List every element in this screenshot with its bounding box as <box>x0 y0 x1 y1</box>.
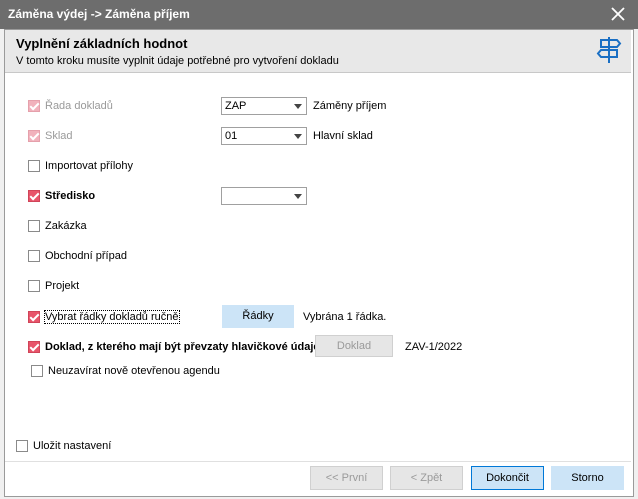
first-button[interactable]: << První <box>310 466 383 490</box>
back-button[interactable]: < Zpět <box>390 466 463 490</box>
neuzavirat-row[interactable]: Neuzavírat nově otevřenou agendu <box>31 363 220 379</box>
rada-description: Záměny příjem <box>313 100 387 112</box>
vybrat-radky-checkbox[interactable] <box>28 311 40 323</box>
sklad-label: Sklad <box>45 130 73 142</box>
cancel-button[interactable]: Storno <box>551 466 624 490</box>
ulozit-row[interactable]: Uložit nastavení <box>16 438 111 454</box>
sklad-value: 01 <box>225 130 238 142</box>
projekt-checkbox[interactable] <box>28 280 40 292</box>
window-title: Záměna výdej -> Záměna příjem <box>8 7 190 21</box>
projekt-row[interactable]: Projekt <box>28 278 79 294</box>
title-bar: Záměna výdej -> Záměna příjem <box>0 0 638 29</box>
finish-button[interactable]: Dokončit <box>471 466 544 490</box>
radky-button[interactable]: Řádky <box>222 305 294 328</box>
zakazka-row[interactable]: Zakázka <box>28 218 87 234</box>
rada-checkbox <box>28 100 40 112</box>
stredisko-label: Středisko <box>45 190 96 202</box>
rada-combo[interactable]: ZAP <box>221 97 307 115</box>
sklad-row: Sklad <box>28 128 73 144</box>
importovat-label: Importovat přílohy <box>45 160 134 172</box>
step-subtitle: V tomto kroku musíte vyplnit údaje potře… <box>16 55 339 67</box>
ulozit-label: Uložit nastavení <box>33 440 112 452</box>
rada-row: Řada dokladů <box>28 98 113 114</box>
obchodni-pripad-checkbox[interactable] <box>28 250 40 262</box>
ulozit-checkbox[interactable] <box>16 440 28 452</box>
chevron-down-icon <box>294 194 302 199</box>
stredisko-checkbox[interactable] <box>28 190 40 202</box>
neuzavirat-checkbox[interactable] <box>31 365 43 377</box>
vybrat-radky-label: Vybrat řádky dokladů ručně <box>44 310 180 324</box>
projekt-label: Projekt <box>45 280 80 292</box>
stredisko-row[interactable]: Středisko <box>28 188 95 204</box>
importovat-checkbox[interactable] <box>28 160 40 172</box>
obchodni-pripad-row[interactable]: Obchodní případ <box>28 248 127 264</box>
doklad-checkbox[interactable] <box>28 341 40 353</box>
doklad-value: ZAV-1/2022 <box>405 341 463 353</box>
chevron-down-icon <box>294 104 302 109</box>
signpost-icon <box>596 37 622 63</box>
footer-divider <box>5 461 631 462</box>
zakazka-label: Zakázka <box>45 220 87 232</box>
stredisko-combo[interactable] <box>221 187 307 205</box>
chevron-down-icon <box>294 134 302 139</box>
sklad-combo[interactable]: 01 <box>221 127 307 145</box>
obchodni-pripad-label: Obchodní případ <box>45 250 127 262</box>
zakazka-checkbox[interactable] <box>28 220 40 232</box>
vybrat-radky-row[interactable]: Vybrat řádky dokladů ručně <box>28 309 180 325</box>
importovat-row[interactable]: Importovat přílohy <box>28 158 133 174</box>
rada-label: Řada dokladů <box>45 100 113 112</box>
doklad-button[interactable]: Doklad <box>315 335 393 357</box>
sklad-description: Hlavní sklad <box>313 130 373 142</box>
close-icon[interactable] <box>610 6 626 22</box>
doklad-label: Doklad, z kterého mají být převzaty hlav… <box>45 341 320 353</box>
step-title: Vyplnění základních hodnot <box>16 36 188 51</box>
wizard-header: Vyplnění základních hodnot V tomto kroku… <box>5 30 631 73</box>
sklad-checkbox <box>28 130 40 142</box>
doklad-row[interactable]: Doklad, z kterého mají být převzaty hlav… <box>28 339 320 355</box>
neuzavirat-label: Neuzavírat nově otevřenou agendu <box>48 365 220 377</box>
rada-value: ZAP <box>225 100 247 112</box>
radky-status: Vybrána 1 řádka. <box>303 311 387 323</box>
